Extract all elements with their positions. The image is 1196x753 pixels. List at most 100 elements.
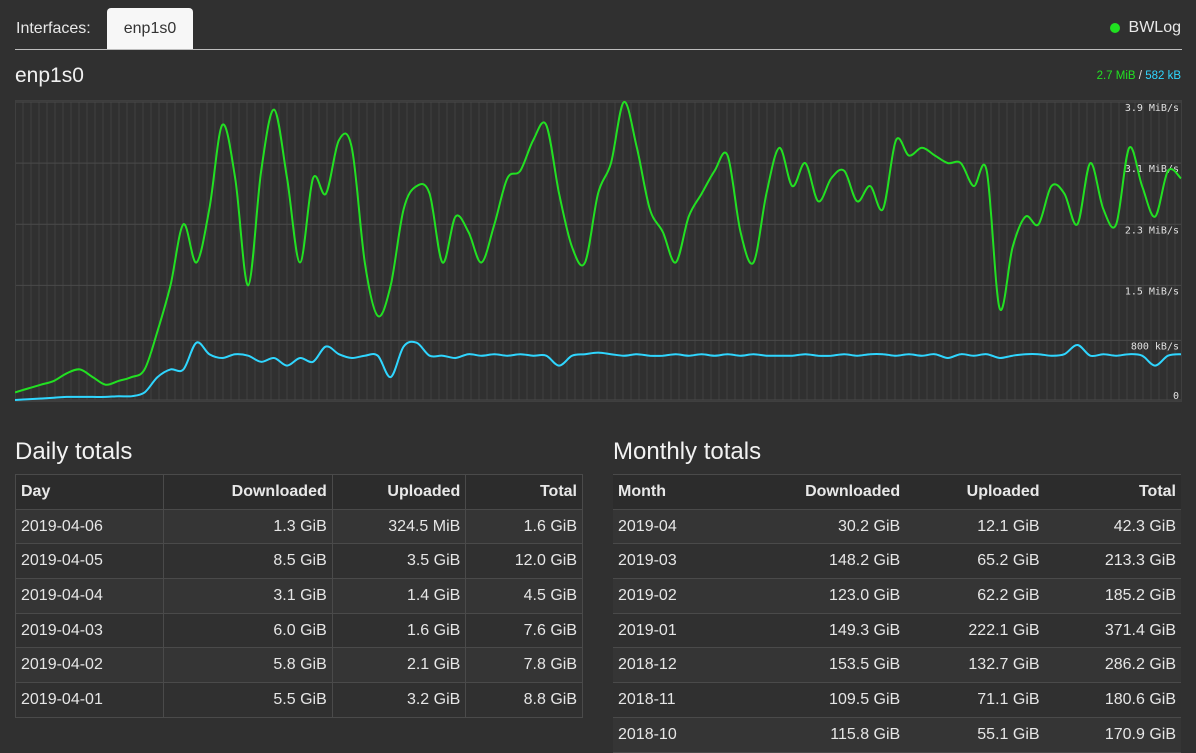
cell-date: 2019-04-02 <box>15 647 164 684</box>
column-header-uploaded: Uploaded <box>905 474 1045 510</box>
cell-downloaded: 1.3 GiB <box>162 508 333 545</box>
table-row: 2019-04-06 1.3 GiB 324.5 MiB 1.6 GiB <box>15 508 583 545</box>
cell-uploaded: 55.1 GiB <box>905 716 1045 753</box>
cell-uploaded: 3.5 GiB <box>331 543 467 580</box>
cell-date: 2019-01 <box>613 612 729 649</box>
cell-total: 185.2 GiB <box>1044 578 1181 614</box>
cell-downloaded: 30.2 GiB <box>728 508 906 545</box>
cell-downloaded: 3.1 GiB <box>162 578 333 614</box>
column-header-downloaded: Downloaded <box>728 474 906 510</box>
cell-total: 4.5 GiB <box>465 578 583 614</box>
monthly-totals-table: Month Downloaded Uploaded Total 2019-04 3… <box>613 474 1181 753</box>
monthly-totals-heading: Monthly totals <box>613 438 762 465</box>
top-bar: Interfaces: enp1s0 BWLog <box>0 0 1196 51</box>
y-tick-label: 0 <box>1173 391 1179 402</box>
cell-total: 42.3 GiB <box>1044 508 1181 545</box>
table-row: 2019-04 30.2 GiB 12.1 GiB 42.3 GiB <box>613 508 1181 545</box>
table-row: 2019-04-04 3.1 GiB 1.4 GiB 4.5 GiB <box>15 578 583 614</box>
cell-date: 2019-04-06 <box>15 508 164 545</box>
cell-downloaded: 153.5 GiB <box>728 647 906 684</box>
table-row: 2018-11 109.5 GiB 71.1 GiB 180.6 GiB <box>613 682 1181 718</box>
column-header-downloaded: Downloaded <box>162 474 333 510</box>
tab-divider <box>15 49 1182 50</box>
column-header-total: Total <box>1044 474 1181 510</box>
column-header-day: Day <box>15 474 164 510</box>
y-tick-label: 2.3 MiB/s <box>1125 225 1179 236</box>
cell-date: 2019-04-04 <box>15 578 164 614</box>
cell-date: 2018-12 <box>613 647 729 684</box>
cell-downloaded: 148.2 GiB <box>728 543 906 580</box>
column-header-month: Month <box>613 474 729 510</box>
status-dot-icon <box>1109 23 1120 33</box>
table-row: 2019-04-05 8.5 GiB 3.5 GiB 12.0 GiB <box>15 543 583 580</box>
table-header-row: Day Downloaded Uploaded Total <box>15 474 583 510</box>
cell-date: 2019-03 <box>613 543 729 580</box>
cell-uploaded: 1.6 GiB <box>331 612 467 649</box>
table-row: 2018-12 153.5 GiB 132.7 GiB 286.2 GiB <box>613 647 1181 684</box>
cell-uploaded: 65.2 GiB <box>905 543 1045 580</box>
cell-total: 8.8 GiB <box>465 682 583 718</box>
cell-date: 2019-02 <box>613 578 729 614</box>
y-tick-label: 800 kB/s <box>1131 341 1179 352</box>
table-row: 2019-04-01 5.5 GiB 3.2 GiB 8.8 GiB <box>15 682 583 718</box>
cell-total: 12.0 GiB <box>465 543 583 580</box>
cell-uploaded: 222.1 GiB <box>905 612 1045 649</box>
y-tick-label: 1.5 MiB/s <box>1125 286 1179 297</box>
current-rates: 2.7 MiB / 582 kB <box>1097 70 1181 82</box>
cell-uploaded: 324.5 MiB <box>331 508 467 545</box>
cell-uploaded: 1.4 GiB <box>331 578 467 614</box>
table-row: 2019-03 148.2 GiB 65.2 GiB 213.3 GiB <box>613 543 1181 580</box>
rate-separator: / <box>1138 70 1142 82</box>
column-header-uploaded: Uploaded <box>331 474 467 510</box>
cell-total: 7.8 GiB <box>465 647 583 684</box>
bandwidth-chart: 3.9 MiB/s 3.1 MiB/s 2.3 MiB/s 1.5 MiB/s 800 … <box>15 100 1182 402</box>
table-row: 2019-02 123.0 GiB 62.2 GiB 185.2 GiB <box>613 578 1181 614</box>
table-row: 2019-01 149.3 GiB 222.1 GiB 371.4 GiB <box>613 612 1181 649</box>
cell-total: 286.2 GiB <box>1044 647 1181 684</box>
daily-totals-table: Day Downloaded Uploaded Total 2019-04-06… <box>15 474 583 718</box>
cell-total: 180.6 GiB <box>1044 682 1181 718</box>
cell-total: 371.4 GiB <box>1044 612 1181 649</box>
cell-uploaded: 2.1 GiB <box>331 647 467 684</box>
cell-total: 7.6 GiB <box>465 612 583 649</box>
cell-uploaded: 132.7 GiB <box>905 647 1045 684</box>
download-rate: 2.7 MiB <box>1096 70 1136 82</box>
interfaces-label: Interfaces: <box>16 20 91 37</box>
brand: BWLog <box>1109 19 1181 37</box>
y-tick-label: 3.9 MiB/s <box>1125 103 1179 114</box>
upload-series-line <box>15 340 1182 401</box>
cell-date: 2018-10 <box>613 716 729 753</box>
cell-total: 1.6 GiB <box>465 508 583 545</box>
brand-name: BWLog <box>1128 19 1181 36</box>
cell-total: 170.9 GiB <box>1044 716 1181 753</box>
cell-date: 2019-04-05 <box>15 543 164 580</box>
cell-downloaded: 149.3 GiB <box>728 612 906 649</box>
cell-downloaded: 5.5 GiB <box>162 682 333 718</box>
cell-downloaded: 109.5 GiB <box>728 682 906 718</box>
cell-date: 2018-11 <box>613 682 729 718</box>
cell-date: 2019-04 <box>613 508 729 545</box>
cell-downloaded: 123.0 GiB <box>728 578 906 614</box>
table-row: 2018-10 115.8 GiB 55.1 GiB 170.9 GiB <box>613 716 1181 753</box>
cell-date: 2019-04-01 <box>15 682 164 718</box>
interface-title: enp1s0 <box>15 64 84 87</box>
cell-uploaded: 62.2 GiB <box>905 578 1045 614</box>
cell-uploaded: 12.1 GiB <box>905 508 1045 545</box>
cell-downloaded: 6.0 GiB <box>162 612 333 649</box>
upload-rate: 582 kB <box>1145 70 1181 82</box>
cell-total: 213.3 GiB <box>1044 543 1181 580</box>
cell-downloaded: 115.8 GiB <box>728 716 906 753</box>
cell-downloaded: 8.5 GiB <box>162 543 333 580</box>
table-row: 2019-04-02 5.8 GiB 2.1 GiB 7.8 GiB <box>15 647 583 684</box>
bandwidth-chart-svg: 3.9 MiB/s3.1 MiB/s2.3 MiB/s1.5 MiB/s800 … <box>15 100 1182 402</box>
cell-uploaded: 71.1 GiB <box>905 682 1045 718</box>
download-series-line <box>15 100 1182 394</box>
cell-downloaded: 5.8 GiB <box>162 647 333 684</box>
table-row: 2019-04-03 6.0 GiB 1.6 GiB 7.6 GiB <box>15 612 583 649</box>
tab-enp1s0[interactable]: enp1s0 <box>107 8 193 50</box>
column-header-total: Total <box>465 474 583 510</box>
cell-date: 2019-04-03 <box>15 612 164 649</box>
cell-uploaded: 3.2 GiB <box>331 682 467 718</box>
daily-totals-heading: Daily totals <box>15 438 133 465</box>
table-header-row: Month Downloaded Uploaded Total <box>613 474 1181 510</box>
